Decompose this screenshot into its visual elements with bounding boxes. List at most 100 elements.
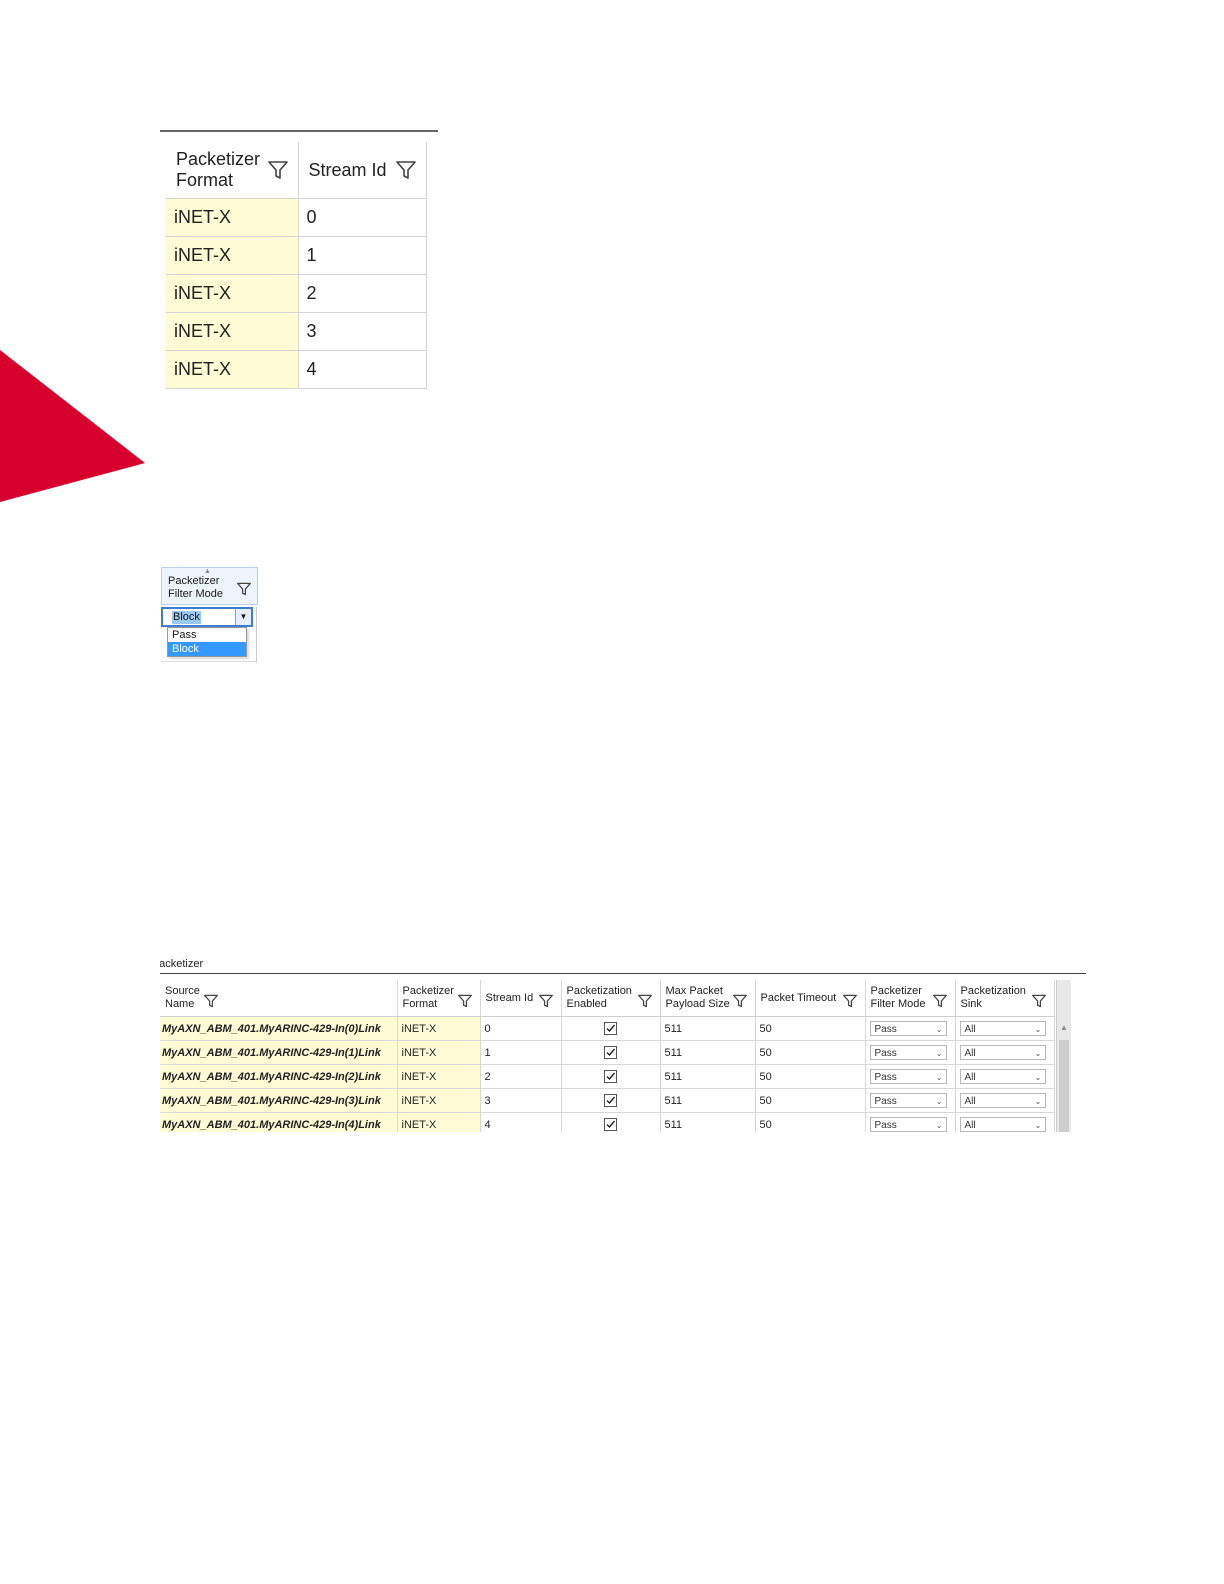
column-header-stream-id[interactable]: Stream Id (298, 142, 427, 199)
scrollbar-thumb[interactable] (1059, 1040, 1069, 1132)
cell-packetization-sink: All ⌄ (955, 1064, 1055, 1089)
packetization-sink-select[interactable]: All ⌄ (959, 1117, 1046, 1132)
column-header-packetizer-filter-mode[interactable]: Packetizer Filter Mode (865, 980, 956, 1017)
cell-stream-id[interactable]: 2 (298, 274, 427, 313)
cell-max-packet-payload-size[interactable]: 511 (660, 1064, 756, 1089)
cell-packetization-sink: All ⌄ (955, 1040, 1055, 1065)
filter-mode-combobox[interactable]: Block ▼ (161, 607, 253, 627)
filter-mode-select[interactable]: Pass ⌄ (869, 1093, 947, 1108)
cell-packetizer-format[interactable]: iNET-X (166, 236, 299, 275)
column-header-packetization-enabled[interactable]: Packetization Enabled (561, 980, 661, 1017)
packetization-sink-select[interactable]: All ⌄ (959, 1093, 1046, 1108)
cell-packetizer-format[interactable]: iNET-X (166, 312, 299, 351)
cell-packetizer-format[interactable]: iNET-X (397, 1112, 481, 1132)
filter-icon[interactable] (267, 160, 288, 180)
zoomed-grid-table: Packetizer Format Stream Id iNET-X 0 iNET-… (166, 142, 427, 389)
column-header-packetizer-filter-mode[interactable]: ▲ Packetizer Filter Mode (161, 567, 258, 605)
packetization-sink-select[interactable]: All ⌄ (959, 1069, 1046, 1084)
header-label: Name (165, 998, 195, 1010)
cell-packet-timeout[interactable]: 50 (755, 1112, 866, 1132)
cell-stream-id[interactable]: 4 (298, 350, 427, 389)
table-row[interactable]: iNET-X 3 (166, 312, 427, 351)
filter-mode-select[interactable]: Pass ⌄ (869, 1069, 947, 1084)
cell-packetizer-format[interactable]: iNET-X (397, 1040, 481, 1065)
cell-stream-id[interactable]: 1 (480, 1040, 562, 1065)
cell-max-packet-payload-size[interactable]: 511 (660, 1016, 756, 1041)
packetization-enabled-checkbox[interactable] (604, 1046, 617, 1059)
dropdown-option-block[interactable]: Block (168, 642, 246, 656)
checkmark-icon (606, 1072, 616, 1081)
packetization-sink-select[interactable]: All ⌄ (959, 1045, 1046, 1060)
zoomed-grid-panel: Packetizer Format Stream Id iNET-X 0 iNET-… (160, 130, 440, 400)
cell-source-name[interactable]: MyAXN_ABM_401.MyARINC-429-In(1)Link (160, 1040, 398, 1065)
select-value: Pass (874, 1096, 897, 1107)
column-header-source-name[interactable]: Source Name (160, 980, 398, 1017)
column-header-packetizer-format[interactable]: Packetizer Format (166, 142, 299, 199)
dropdown-arrow-icon[interactable]: ▼ (235, 609, 251, 625)
cell-max-packet-payload-size[interactable]: 511 (660, 1112, 756, 1132)
table-row[interactable]: iNET-X 0 (166, 198, 427, 237)
cell-stream-id[interactable]: 0 (480, 1016, 562, 1041)
packetization-sink-select[interactable]: All ⌄ (959, 1021, 1046, 1036)
filter-icon[interactable] (842, 994, 857, 1008)
filter-icon[interactable] (204, 994, 218, 1008)
cell-source-name[interactable]: MyAXN_ABM_401.MyARINC-429-In(3)Link (160, 1088, 398, 1113)
filter-mode-select[interactable]: Pass ⌄ (869, 1045, 947, 1060)
filter-icon[interactable] (932, 994, 947, 1008)
filter-icon[interactable] (457, 994, 472, 1008)
cell-stream-id[interactable]: 3 (298, 312, 427, 351)
cell-max-packet-payload-size[interactable]: 511 (660, 1088, 756, 1113)
packetization-enabled-checkbox[interactable] (604, 1118, 617, 1131)
table-row[interactable]: MyAXN_ABM_401.MyARINC-429-In(0)Link iNET-… (160, 1016, 1055, 1041)
table-row[interactable]: MyAXN_ABM_401.MyARINC-429-In(3)Link iNET-… (160, 1088, 1055, 1113)
cell-source-name[interactable]: MyAXN_ABM_401.MyARINC-429-In(2)Link (160, 1064, 398, 1089)
cell-packetizer-format[interactable]: iNET-X (397, 1064, 481, 1089)
dropdown-option-pass[interactable]: Pass (168, 628, 246, 642)
cell-max-packet-payload-size[interactable]: 511 (660, 1040, 756, 1065)
cell-packetizer-format[interactable]: iNET-X (397, 1016, 481, 1041)
cell-packetizer-format[interactable]: iNET-X (166, 198, 299, 237)
cell-packetizer-format[interactable]: iNET-X (166, 350, 299, 389)
column-header-packetizer-format[interactable]: Packetizer Format (397, 980, 481, 1017)
filter-mode-select[interactable]: Pass ⌄ (869, 1021, 947, 1036)
filter-icon[interactable] (538, 994, 553, 1008)
filter-icon[interactable] (637, 994, 652, 1008)
table-row[interactable]: iNET-X 1 (166, 236, 427, 275)
cell-packet-timeout[interactable]: 50 (755, 1016, 866, 1041)
cell-packet-timeout[interactable]: 50 (755, 1064, 866, 1089)
column-header-max-packet-payload-size[interactable]: Max Packet Payload Size (660, 980, 756, 1017)
sort-up-icon: ▲ (204, 568, 211, 575)
column-header-packet-timeout[interactable]: Packet Timeout (755, 980, 866, 1017)
cell-packetization-enabled (561, 1064, 661, 1089)
cell-stream-id[interactable]: 4 (480, 1112, 562, 1132)
cell-packetizer-format[interactable]: iNET-X (166, 274, 299, 313)
cell-stream-id[interactable]: 0 (298, 198, 427, 237)
filter-icon[interactable] (237, 582, 251, 596)
cell-stream-id[interactable]: 3 (480, 1088, 562, 1113)
cell-packet-timeout[interactable]: 50 (755, 1040, 866, 1065)
cell-stream-id[interactable]: 1 (298, 236, 427, 275)
packetization-enabled-checkbox[interactable] (604, 1022, 617, 1035)
filter-icon[interactable] (732, 994, 747, 1008)
scroll-up-icon[interactable]: ▲ (1060, 1023, 1068, 1032)
cell-packet-timeout[interactable]: 50 (755, 1088, 866, 1113)
filter-mode-select[interactable]: Pass ⌄ (869, 1117, 947, 1132)
filter-icon[interactable] (395, 160, 416, 180)
cell-source-name[interactable]: MyAXN_ABM_401.MyARINC-429-In(0)Link (160, 1016, 398, 1041)
dropdown-options-list[interactable]: Pass Block (167, 627, 247, 657)
vertical-scrollbar[interactable]: ▲ (1056, 980, 1071, 1132)
table-row[interactable]: MyAXN_ABM_401.MyARINC-429-In(4)Link iNET-… (160, 1112, 1055, 1132)
cell-packetizer-format[interactable]: iNET-X (397, 1088, 481, 1113)
packetization-enabled-checkbox[interactable] (604, 1094, 617, 1107)
table-row[interactable]: iNET-X 4 (166, 350, 427, 389)
table-row[interactable]: MyAXN_ABM_401.MyARINC-429-In(2)Link iNET-… (160, 1064, 1055, 1089)
cell-packetization-enabled (561, 1112, 661, 1132)
column-header-packetization-sink[interactable]: Packetization Sink (955, 980, 1055, 1017)
cell-source-name[interactable]: MyAXN_ABM_401.MyARINC-429-In(4)Link (160, 1112, 398, 1132)
column-header-stream-id[interactable]: Stream Id (480, 980, 562, 1017)
packetization-enabled-checkbox[interactable] (604, 1070, 617, 1083)
filter-icon[interactable] (1031, 994, 1046, 1008)
table-row[interactable]: iNET-X 2 (166, 274, 427, 313)
cell-stream-id[interactable]: 2 (480, 1064, 562, 1089)
table-row[interactable]: MyAXN_ABM_401.MyARINC-429-In(1)Link iNET-… (160, 1040, 1055, 1065)
